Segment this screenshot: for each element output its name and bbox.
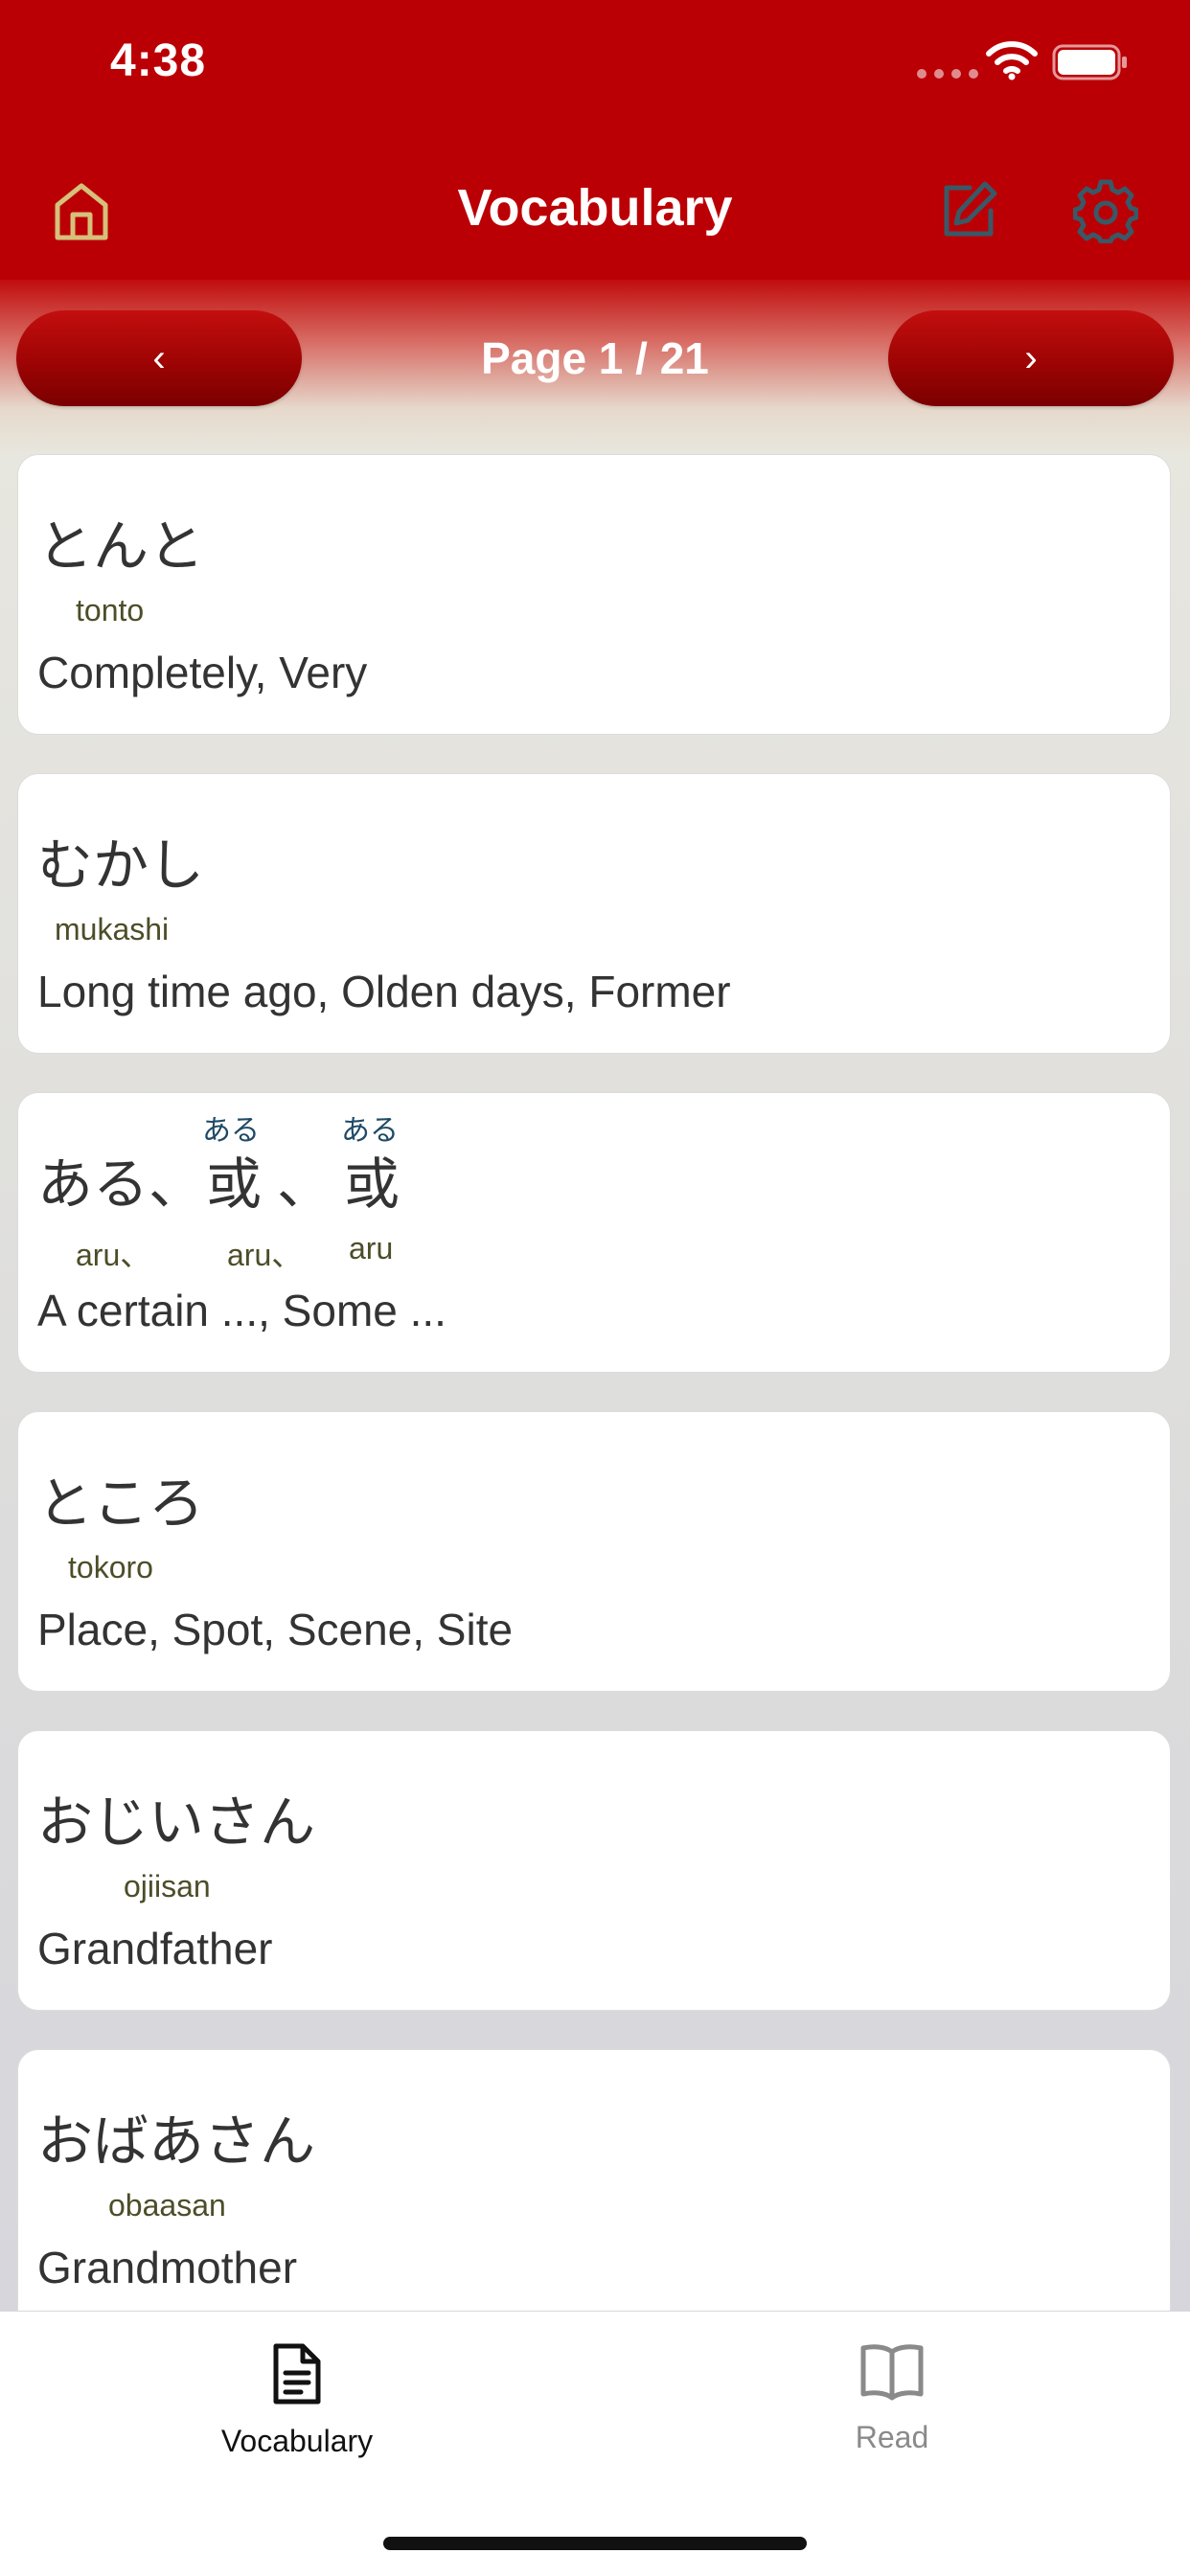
- vocab-card[interactable]: ところ tokoro Place, Spot, Scene, Site: [17, 1411, 1171, 1692]
- tab-vocabulary[interactable]: Vocabulary: [153, 2342, 441, 2459]
- vocab-meaning: Long time ago, Olden days, Former: [37, 967, 731, 1016]
- status-time: 4:38: [110, 35, 207, 86]
- vocab-romaji: ojiisan: [124, 1869, 211, 1904]
- vocab-word-segment: 、: [277, 1153, 333, 1216]
- book-icon: [860, 2344, 924, 2401]
- vocab-romaji: mukashi: [55, 912, 170, 946]
- vocab-word: おばあさん: [37, 2110, 316, 2173]
- tab-read[interactable]: Read: [748, 2342, 1036, 2455]
- vocab-word: ところ: [37, 1472, 205, 1535]
- vocab-word-segment: 或: [206, 1153, 263, 1216]
- document-icon: [273, 2343, 321, 2405]
- vocab-romaji: tonto: [76, 593, 145, 627]
- tab-vocabulary-label: Vocabulary: [220, 2424, 374, 2458]
- vocab-word: とんと: [37, 515, 205, 578]
- vocab-meaning: A certain ..., Some ...: [37, 1286, 446, 1335]
- vocab-word-segment: 或: [344, 1153, 400, 1216]
- vocabulary-list[interactable]: とんと tonto Completely, Very むかし mukashi L…: [0, 452, 1190, 2311]
- vocab-card[interactable]: むかし mukashi Long time ago, Olden days, F…: [17, 773, 1171, 1054]
- wifi-icon: [986, 41, 1038, 80]
- vocab-meaning: Grandfather: [37, 1924, 273, 1973]
- vocab-romaji: aru、: [76, 1238, 151, 1272]
- vocab-meaning: Grandmother: [37, 2243, 298, 2292]
- next-page-button[interactable]: ›: [888, 310, 1174, 406]
- vocab-romaji: aru、: [227, 1238, 303, 1272]
- gear-icon[interactable]: [1073, 178, 1138, 243]
- top-bar: 4:38 Vocabulary: [0, 0, 1190, 280]
- tab-read-label: Read: [855, 2420, 929, 2454]
- cellular-signal-icon: [917, 69, 978, 79]
- vocab-word: おじいさん: [37, 1791, 316, 1854]
- vocab-romaji: obaasan: [108, 2188, 226, 2223]
- vocab-word: むかし: [37, 834, 205, 897]
- vocab-meaning: Place, Spot, Scene, Site: [37, 1605, 514, 1654]
- vocab-card[interactable]: おばあさん obaasan Grandmother: [17, 2049, 1171, 2311]
- vocab-word-segment: ある、: [37, 1153, 205, 1216]
- vocab-card[interactable]: とんと tonto Completely, Very: [17, 454, 1171, 735]
- vocab-romaji: tokoro: [68, 1550, 153, 1584]
- page-title: Vocabulary: [457, 179, 733, 237]
- vocab-card[interactable]: おじいさん ojiisan Grandfather: [17, 1730, 1171, 2011]
- edit-icon[interactable]: [937, 178, 1000, 241]
- vocab-card[interactable]: ある ある ある、 或 、 或 aru、 aru、 aru A certain …: [17, 1092, 1171, 1373]
- battery-icon: [1052, 44, 1127, 80]
- vocab-romaji: aru: [349, 1231, 394, 1265]
- home-indicator: [383, 2537, 807, 2550]
- vocab-meaning: Completely, Very: [37, 648, 368, 697]
- pager: ‹ Page 1 / 21 ›: [0, 280, 1190, 452]
